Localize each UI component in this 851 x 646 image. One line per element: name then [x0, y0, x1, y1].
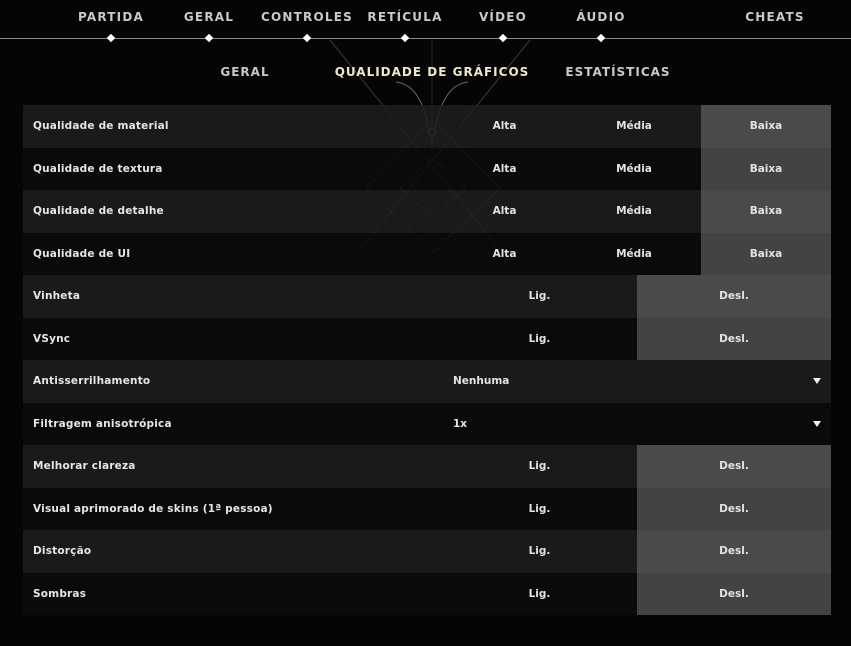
- option-button[interactable]: Baixa: [701, 105, 831, 148]
- settings-list: Qualidade de material Alta Média Baixa Quali…: [23, 105, 831, 615]
- setting-row: Qualidade de material Alta Média Baixa: [23, 105, 831, 148]
- tab-dot-marker: [106, 33, 116, 43]
- setting-label: VSync: [33, 332, 71, 345]
- tab-dot-marker: [596, 33, 606, 43]
- option-button[interactable]: Alta: [442, 190, 567, 233]
- tab-dot-marker: [400, 33, 410, 43]
- option-group: Alta Média Baixa: [442, 105, 831, 148]
- top-nav-divider: [0, 38, 851, 39]
- dropdown-value: 1x: [453, 417, 468, 430]
- option-button[interactable]: Desl.: [637, 445, 831, 488]
- setting-row: Antisserrilhamento Nenhuma: [23, 360, 831, 403]
- setting-label: Sombras: [33, 587, 87, 600]
- option-button[interactable]: Baixa: [701, 190, 831, 233]
- caret-down-icon: [813, 420, 821, 427]
- setting-row: VSync Lig. Desl.: [23, 317, 831, 361]
- tab-controles[interactable]: CONTROLES: [261, 10, 353, 24]
- setting-label: Qualidade de UI: [33, 247, 131, 260]
- setting-label: Qualidade de detalhe: [33, 205, 164, 218]
- option-button[interactable]: Baixa: [701, 232, 831, 275]
- dropdown-select[interactable]: 1x: [442, 403, 831, 446]
- setting-label: Antisserrilhamento: [33, 375, 151, 388]
- tab-audio[interactable]: ÁUDIO: [576, 10, 625, 24]
- option-button[interactable]: Alta: [442, 105, 567, 148]
- option-group: Alta Média Baixa: [442, 232, 831, 276]
- option-button[interactable]: Desl.: [637, 530, 831, 573]
- top-nav: PARTIDA GERAL CONTROLES RETÍCULA VÍDEO Á…: [0, 0, 851, 43]
- option-group: Lig. Desl.: [442, 317, 831, 361]
- option-group: Lig. Desl.: [442, 530, 831, 573]
- option-button[interactable]: Lig.: [442, 445, 637, 488]
- option-button[interactable]: Baixa: [701, 147, 831, 190]
- option-button[interactable]: Lig.: [442, 488, 637, 531]
- tab-cheats[interactable]: CHEATS: [745, 10, 804, 24]
- subtab-estatisticas[interactable]: ESTATÍSTICAS: [565, 65, 670, 79]
- tab-partida[interactable]: PARTIDA: [78, 10, 144, 24]
- setting-row: Visual aprimorado de skins (1ª pessoa) Li…: [23, 487, 831, 531]
- setting-label: Qualidade de material: [33, 120, 169, 133]
- option-button[interactable]: Lig.: [442, 275, 637, 318]
- setting-row: Qualidade de textura Alta Média Baixa: [23, 147, 831, 191]
- option-button[interactable]: Média: [567, 105, 701, 148]
- subtab-geral[interactable]: GERAL: [220, 65, 269, 79]
- setting-row: Qualidade de UI Alta Média Baixa: [23, 232, 831, 276]
- setting-label: Filtragem anisotrópica: [33, 417, 172, 430]
- option-button[interactable]: Desl.: [637, 572, 831, 615]
- option-button[interactable]: Lig.: [442, 318, 637, 361]
- caret-down-icon: [813, 378, 821, 385]
- dropdown-select[interactable]: Nenhuma: [442, 360, 831, 403]
- option-button[interactable]: Média: [567, 233, 701, 276]
- tab-geral[interactable]: GERAL: [184, 10, 234, 24]
- option-group: Alta Média Baixa: [442, 190, 831, 233]
- option-button[interactable]: Média: [567, 148, 701, 191]
- setting-row: Qualidade de detalhe Alta Média Baixa: [23, 190, 831, 233]
- option-group: Lig. Desl.: [442, 572, 831, 616]
- subtab-qualidade-de-graficos[interactable]: QUALIDADE DE GRÁFICOS: [335, 65, 530, 79]
- option-button[interactable]: Alta: [442, 233, 567, 276]
- tab-dot-marker: [204, 33, 214, 43]
- option-group: Lig. Desl.: [442, 445, 831, 488]
- dropdown-value: Nenhuma: [453, 375, 510, 388]
- setting-label: Melhorar clareza: [33, 460, 136, 473]
- option-group: Alta Média Baixa: [442, 147, 831, 191]
- setting-label: Visual aprimorado de skins (1ª pessoa): [33, 502, 273, 515]
- option-button[interactable]: Média: [567, 190, 701, 233]
- tab-dot-marker: [302, 33, 312, 43]
- setting-label: Qualidade de textura: [33, 162, 163, 175]
- option-button[interactable]: Desl.: [637, 275, 831, 318]
- option-button[interactable]: Lig.: [442, 573, 637, 616]
- setting-row: Vinheta Lig. Desl.: [23, 275, 831, 318]
- setting-row: Sombras Lig. Desl.: [23, 572, 831, 616]
- option-button[interactable]: Desl.: [637, 487, 831, 530]
- option-group: Lig. Desl.: [442, 487, 831, 531]
- setting-row: Filtragem anisotrópica 1x: [23, 402, 831, 446]
- option-button[interactable]: Alta: [442, 148, 567, 191]
- setting-label: Vinheta: [33, 290, 81, 303]
- setting-row: Distorção Lig. Desl.: [23, 530, 831, 573]
- tab-video[interactable]: VÍDEO: [479, 10, 527, 24]
- tab-reticula[interactable]: RETÍCULA: [367, 10, 442, 24]
- setting-label: Distorção: [33, 545, 92, 558]
- option-button[interactable]: Desl.: [637, 317, 831, 360]
- tab-dot-marker: [498, 33, 508, 43]
- option-button[interactable]: Lig.: [442, 530, 637, 573]
- setting-row: Melhorar clareza Lig. Desl.: [23, 445, 831, 488]
- option-group: Lig. Desl.: [442, 275, 831, 318]
